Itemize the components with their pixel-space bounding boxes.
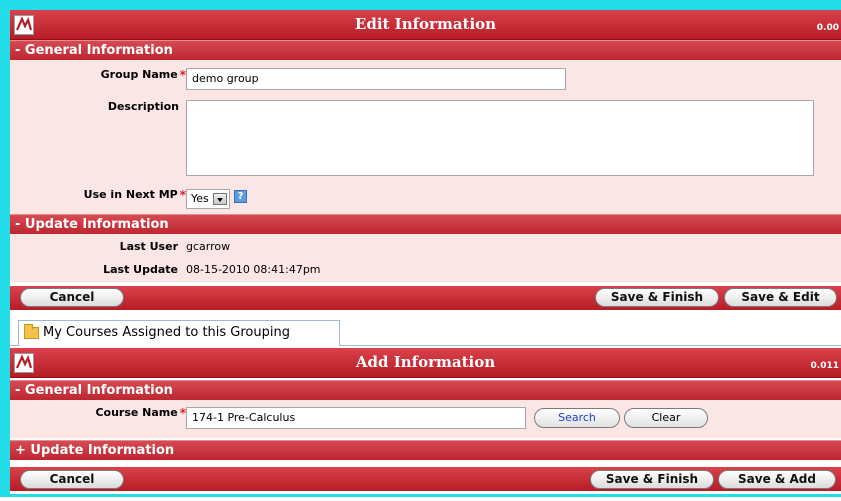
help-icon[interactable]: ? — [234, 190, 247, 203]
last-user-value: gcarrow — [186, 240, 231, 253]
edit-button-bar: Cancel Save & Finish Save & Edit — [10, 286, 841, 310]
last-update-value: 08-15-2010 08:41:47pm — [186, 263, 321, 276]
description-label: Description — [107, 100, 179, 113]
add-update-section-header[interactable]: + Update Information — [10, 440, 841, 460]
edit-save-edit-button[interactable]: Save & Edit — [724, 288, 837, 307]
last-update-label: Last Update — [103, 263, 178, 276]
edit-title-bar: Edit Information 0.00 — [10, 10, 841, 40]
group-name-label: Group Name * — [100, 68, 186, 82]
add-title: Add Information — [355, 353, 496, 371]
course-name-label: Course Name * — [95, 406, 186, 420]
use-next-mp-label: Use in Next MP * — [83, 188, 186, 202]
frame-border-top — [0, 0, 841, 10]
edit-save-finish-button[interactable]: Save & Finish — [595, 288, 719, 307]
group-name-input[interactable]: demo group — [186, 68, 566, 90]
frame-border-left — [0, 0, 10, 310]
edit-general-section-header[interactable]: - General Information — [10, 40, 841, 60]
last-user-label: Last User — [119, 240, 178, 253]
add-button-bar: Cancel Save & Finish Save & Add — [10, 467, 841, 491]
tab-label: My Courses Assigned to this Grouping — [43, 325, 290, 340]
page: Edit Information 0.00 - General Informat… — [0, 0, 841, 501]
dropdown-arrow-icon[interactable] — [213, 193, 227, 205]
search-button[interactable]: Search — [534, 408, 620, 428]
clear-button[interactable]: Clear — [624, 408, 708, 428]
add-general-form: Course Name * 174-1 Pre-Calculus Search C… — [10, 400, 841, 438]
add-timer: 0.011 — [810, 361, 839, 371]
add-title-bar: Add Information 0.011 — [10, 348, 841, 378]
add-general-section-header[interactable]: - General Information — [10, 380, 841, 400]
edit-timer: 0.00 — [816, 23, 839, 33]
course-name-input[interactable]: 174-1 Pre-Calculus — [186, 407, 526, 429]
edit-update-section-header[interactable]: - Update Information — [10, 214, 841, 234]
edit-update-form: Last User gcarrow Last Update 08-15-2010… — [10, 234, 841, 282]
folder-icon — [24, 324, 39, 339]
add-save-finish-button[interactable]: Save & Finish — [590, 470, 714, 489]
edit-cancel-button[interactable]: Cancel — [20, 288, 124, 307]
tab-my-courses[interactable]: My Courses Assigned to this Grouping — [18, 320, 340, 346]
edit-general-form: Group Name * demo group Description Use i… — [10, 60, 841, 214]
use-next-mp-select[interactable]: Yes — [186, 189, 230, 209]
edit-title: Edit Information — [354, 15, 497, 33]
frame-border-bottom — [0, 494, 841, 497]
add-save-add-button[interactable]: Save & Add — [718, 470, 836, 489]
description-textarea[interactable] — [186, 100, 814, 176]
add-cancel-button[interactable]: Cancel — [20, 470, 124, 489]
use-next-mp-value: Yes — [191, 192, 209, 205]
frame-border-left-lower — [0, 310, 10, 496]
